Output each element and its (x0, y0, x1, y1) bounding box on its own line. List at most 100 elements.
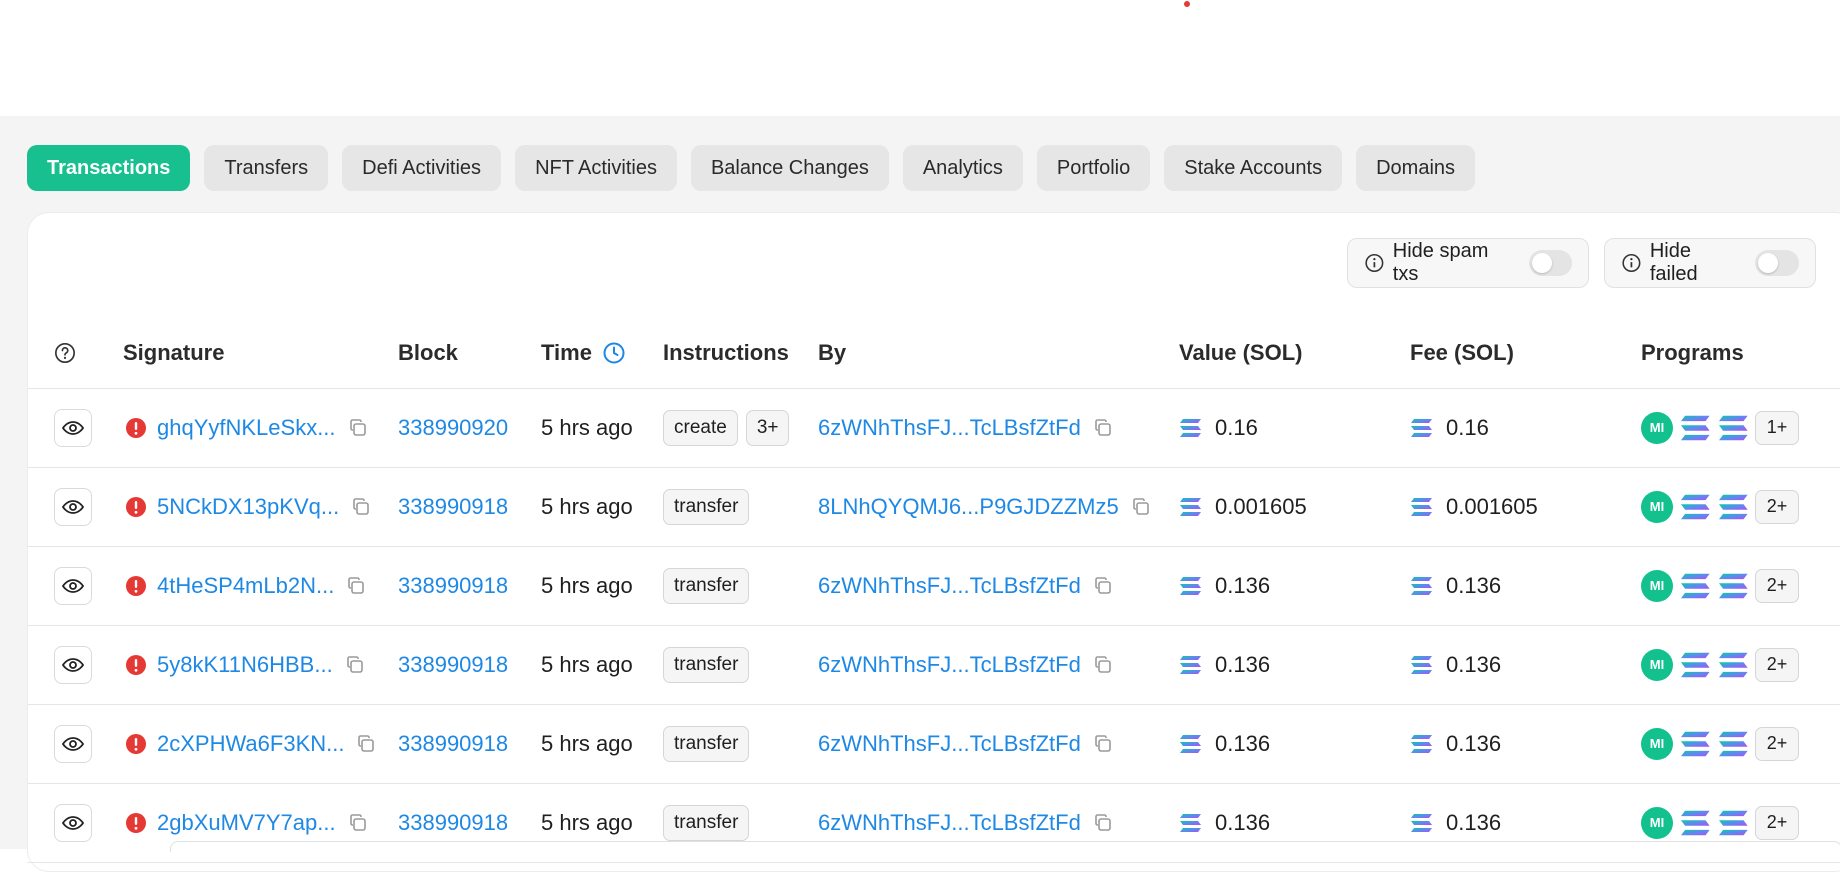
view-transaction-button[interactable] (54, 803, 92, 842)
solana-program-icon (1719, 652, 1748, 677)
instructions-header: Instructions (663, 340, 789, 365)
program-badge[interactable]: MI (1641, 648, 1673, 681)
block-link[interactable]: 338990920 (398, 388, 508, 467)
more-programs-pill[interactable]: 2+ (1755, 489, 1799, 524)
tab-domains[interactable]: Domains (1356, 145, 1476, 191)
error-icon (126, 812, 146, 833)
hide-spam-toggle[interactable] (1528, 250, 1572, 276)
value-cell: 0.16 (1215, 414, 1258, 440)
view-transaction-button[interactable] (54, 487, 92, 526)
by-address-link[interactable]: 6zWNhThsFJ...TcLBsfZtFd (818, 810, 1081, 836)
block-link[interactable]: 338990918 (398, 467, 508, 546)
tab-analytics[interactable]: Analytics (902, 145, 1023, 191)
view-transaction-button[interactable] (54, 408, 92, 447)
tab-portfolio[interactable]: Portfolio (1036, 145, 1151, 191)
instruction-pill[interactable]: create (663, 409, 738, 446)
copy-icon[interactable] (345, 655, 365, 675)
view-transaction-button[interactable] (54, 645, 92, 684)
eye-icon (61, 736, 85, 751)
sol-icon (1411, 655, 1432, 674)
copy-icon[interactable] (348, 813, 368, 833)
hide-failed-toggle[interactable] (1755, 250, 1799, 276)
error-icon (126, 575, 146, 596)
block-link[interactable]: 338990918 (398, 625, 508, 704)
instruction-extra-pill[interactable]: 3+ (745, 409, 790, 446)
copy-icon[interactable] (1093, 576, 1113, 596)
hide-failed-filter[interactable]: Hide failed (1604, 238, 1816, 288)
signature-link[interactable]: 4tHeSP4mLb2N... (157, 573, 334, 599)
signature-link[interactable]: 2gbXuMV7Y7ap... (157, 810, 336, 836)
copy-icon[interactable] (1093, 418, 1113, 438)
program-badge[interactable]: MI (1641, 569, 1673, 602)
time-cell: 5 hrs ago (541, 414, 633, 440)
more-programs-pill[interactable]: 2+ (1755, 805, 1799, 840)
hide-spam-filter[interactable]: Hide spam txs (1347, 238, 1589, 288)
program-badge[interactable]: MI (1641, 490, 1673, 523)
view-transaction-button[interactable] (54, 566, 92, 605)
signature-link[interactable]: 5y8kK11N6HBB... (157, 652, 333, 678)
instruction-pill[interactable]: transfer (663, 804, 750, 841)
time-header[interactable]: Time (541, 318, 626, 388)
program-badge[interactable]: MI (1641, 411, 1673, 444)
more-programs-pill[interactable]: 2+ (1755, 647, 1799, 682)
block-link[interactable]: 338990918 (398, 546, 508, 625)
tab-transfers[interactable]: Transfers (204, 145, 329, 191)
by-address-link[interactable]: 6zWNhThsFJ...TcLBsfZtFd (818, 415, 1081, 441)
copy-icon[interactable] (1093, 655, 1113, 675)
instruction-pill[interactable]: transfer (663, 725, 750, 762)
fee-header: Fee (SOL) (1410, 340, 1514, 365)
error-icon (126, 654, 146, 675)
signature-header: Signature (123, 340, 225, 365)
fee-cell: 0.136 (1446, 730, 1502, 756)
eye-icon (61, 420, 85, 435)
tab-stake-accounts[interactable]: Stake Accounts (1164, 145, 1343, 191)
program-badge[interactable]: MI (1641, 727, 1673, 760)
instruction-pill[interactable]: transfer (663, 646, 750, 683)
by-address-link[interactable]: 6zWNhThsFJ...TcLBsfZtFd (818, 731, 1081, 757)
sol-icon (1180, 734, 1201, 753)
clock-icon[interactable] (602, 341, 626, 365)
tab-nft-activities[interactable]: NFT Activities (515, 145, 677, 191)
value-cell: 0.136 (1215, 651, 1271, 677)
instruction-pill[interactable]: transfer (663, 567, 750, 604)
copy-icon[interactable] (351, 497, 371, 517)
sol-icon (1180, 497, 1201, 516)
by-address-link[interactable]: 8LNhQYQMJ6...P9GJDZZMz5 (818, 494, 1119, 520)
signature-link[interactable]: ghqYyfNKLeSkx... (157, 415, 336, 441)
fee-cell: 0.136 (1446, 809, 1502, 835)
by-address-link[interactable]: 6zWNhThsFJ...TcLBsfZtFd (818, 652, 1081, 678)
block-link[interactable]: 338990918 (398, 704, 508, 783)
copy-icon[interactable] (356, 734, 376, 754)
bottom-panel-edge (170, 841, 1840, 852)
copy-icon[interactable] (1131, 497, 1151, 517)
program-badge[interactable]: MI (1641, 806, 1673, 839)
tab-defi-activities[interactable]: Defi Activities (342, 145, 502, 191)
signature-link[interactable]: 5NCkDX13pKVq... (157, 494, 339, 520)
time-header-label: Time (541, 340, 592, 365)
view-transaction-button[interactable] (54, 724, 92, 763)
copy-icon[interactable] (346, 576, 366, 596)
value-cell: 0.136 (1215, 809, 1271, 835)
instruction-pill[interactable]: transfer (663, 488, 750, 525)
fee-cell: 0.136 (1446, 651, 1502, 677)
eye-icon (61, 499, 85, 514)
table-row: ghqYyfNKLeSkx... 338990920 5 hrs ago cre… (27, 388, 1840, 468)
more-programs-pill[interactable]: 2+ (1755, 568, 1799, 603)
table-header: Signature Block Time Instructions By Val… (27, 318, 1840, 389)
copy-icon[interactable] (1093, 734, 1113, 754)
programs-header: Programs (1641, 340, 1744, 365)
by-address-link[interactable]: 6zWNhThsFJ...TcLBsfZtFd (818, 573, 1081, 599)
solana-program-icon (1681, 494, 1710, 519)
tab-balance-changes[interactable]: Balance Changes (690, 145, 889, 191)
time-cell: 5 hrs ago (541, 730, 633, 756)
copy-icon[interactable] (1093, 813, 1113, 833)
signature-link[interactable]: 2cXPHWa6F3KN... (157, 731, 344, 757)
more-programs-pill[interactable]: 2+ (1755, 726, 1799, 761)
more-programs-pill[interactable]: 1+ (1755, 410, 1799, 445)
tab-transactions[interactable]: Transactions (27, 145, 191, 191)
eye-icon (61, 578, 85, 593)
hide-failed-label: Hide failed (1649, 240, 1698, 285)
copy-icon[interactable] (348, 418, 368, 438)
solana-program-icon (1719, 731, 1748, 756)
help-header[interactable] (54, 318, 76, 388)
